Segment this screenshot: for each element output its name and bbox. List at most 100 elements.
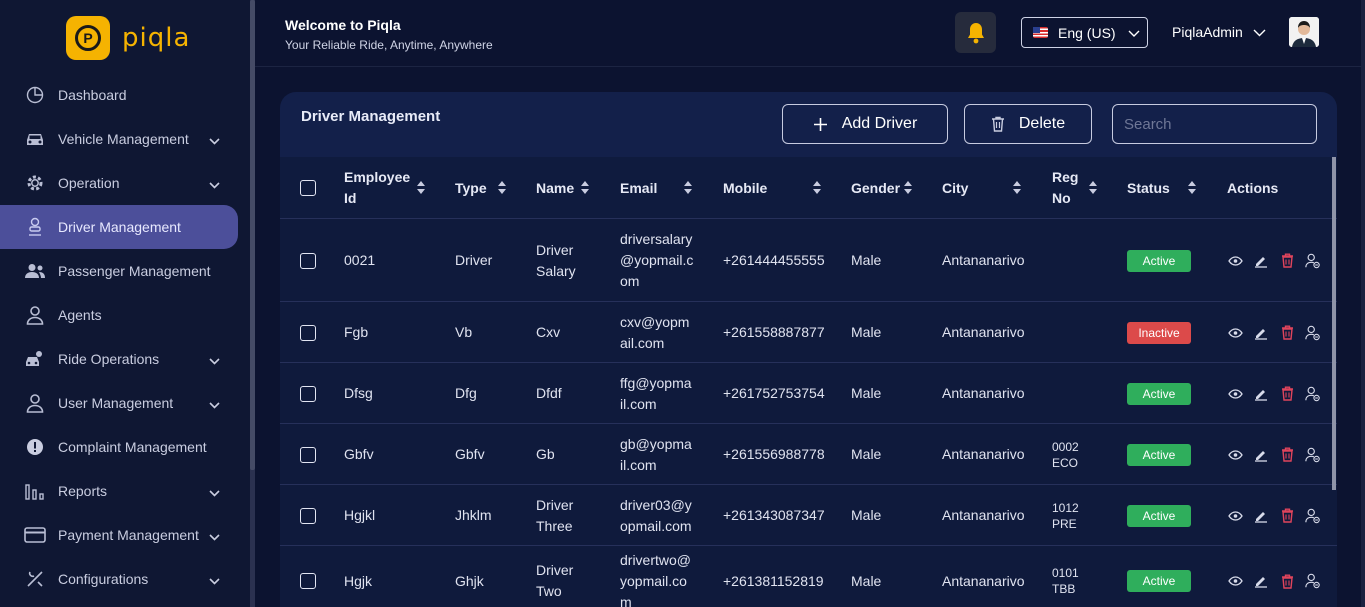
gear-icon (24, 172, 46, 194)
name-line: Driver (536, 496, 574, 513)
add-driver-button[interactable]: Add Driver (782, 104, 948, 144)
edit-icon[interactable] (1253, 572, 1269, 590)
chevron-down-icon[interactable] (209, 572, 220, 588)
header-name[interactable]: Name (536, 178, 574, 199)
edit-icon[interactable] (1253, 252, 1269, 270)
trash-icon[interactable] (1279, 507, 1295, 525)
trash-icon[interactable] (1279, 446, 1295, 464)
table-scrollbar[interactable] (1332, 157, 1336, 490)
header-reg-no[interactable]: Reg No (1052, 167, 1078, 209)
cell-mobile: +261343087347 (723, 507, 825, 523)
sidebar-item-agents[interactable]: Agents (0, 293, 252, 337)
cell-type: Jhklm (455, 507, 492, 523)
status-badge: Active (1127, 443, 1191, 466)
header-gender[interactable]: Gender (851, 178, 900, 199)
search-input[interactable] (1112, 104, 1317, 144)
page-scrollbar[interactable] (1361, 0, 1365, 607)
chevron-down-icon[interactable] (209, 396, 220, 412)
sort-mobile-icon[interactable] (813, 181, 821, 195)
sidebar-item-ride-operations[interactable]: Ride Operations (0, 337, 252, 381)
sidebar-item-configurations[interactable]: Configurations (0, 557, 252, 601)
assign-user-icon[interactable] (1305, 385, 1321, 403)
row-checkbox[interactable] (300, 385, 316, 402)
cell-city: Antananarivo (942, 324, 1025, 340)
sort-city-icon[interactable] (1013, 181, 1021, 195)
sort-gender-icon[interactable] (904, 181, 912, 195)
chevron-down-icon[interactable] (209, 176, 220, 192)
eye-icon[interactable] (1227, 446, 1243, 464)
sidebar-scrollbar-thumb[interactable] (250, 0, 255, 470)
chevron-down-icon (1253, 24, 1266, 40)
sidebar-item-operation[interactable]: Operation (0, 161, 252, 205)
header-mobile[interactable]: Mobile (723, 178, 767, 199)
select-all-checkbox[interactable] (300, 180, 316, 196)
eye-icon[interactable] (1227, 572, 1243, 590)
cell-type: Ghjk (455, 572, 484, 589)
assign-user-icon[interactable] (1305, 507, 1321, 525)
row-checkbox[interactable] (300, 507, 316, 524)
sort-status-icon[interactable] (1188, 181, 1196, 195)
sort-name-icon[interactable] (581, 181, 589, 195)
edit-icon[interactable] (1253, 385, 1269, 403)
name-line: Two (536, 583, 562, 599)
row-checkbox[interactable] (300, 324, 316, 341)
cell-city: Antananarivo (942, 252, 1025, 268)
sidebar-item-user-management[interactable]: User Management (0, 381, 252, 425)
header-city[interactable]: City (942, 178, 968, 199)
table-body: 0021 Driver Driver Salary driversalary @yopma… (280, 219, 1337, 607)
user-menu[interactable]: PiqlaAdmin (1172, 24, 1266, 40)
chevron-down-icon[interactable] (209, 484, 220, 500)
user-icon (24, 304, 46, 326)
sidebar-item-dashboard[interactable]: Dashboard (0, 73, 252, 117)
edit-icon[interactable] (1253, 324, 1269, 342)
notification-button[interactable] (955, 12, 996, 53)
sort-type-icon[interactable] (498, 181, 506, 195)
edit-icon[interactable] (1253, 446, 1269, 464)
sidebar-item-reports[interactable]: Reports (0, 469, 252, 513)
row-checkbox[interactable] (300, 446, 316, 463)
sidebar-item-payment-management[interactable]: Payment Management (0, 513, 252, 557)
row-checkbox[interactable] (300, 573, 316, 589)
sort-email-icon[interactable] (684, 181, 692, 195)
sidebar-item-label: Reports (58, 483, 108, 499)
edit-icon[interactable] (1253, 507, 1269, 525)
sidebar-item-passenger-management[interactable]: Passenger Management (0, 249, 252, 293)
table-row: 0021 Driver Driver Salary driversalary @yopma… (280, 219, 1337, 302)
language-select[interactable]: Eng (US) (1021, 17, 1148, 48)
header-status[interactable]: Status (1127, 178, 1170, 199)
eye-icon[interactable] (1227, 385, 1243, 403)
eye-icon[interactable] (1227, 252, 1243, 270)
header-reg-no-line2: No (1052, 190, 1071, 206)
assign-user-icon[interactable] (1305, 324, 1321, 342)
sidebar-item-driver-management[interactable]: Driver Management (0, 205, 238, 249)
brand-logo[interactable]: P piqla (66, 16, 190, 60)
cell-gender: Male (851, 385, 882, 401)
row-checkbox[interactable] (300, 252, 316, 269)
chevron-down-icon[interactable] (209, 352, 220, 368)
chevron-down-icon[interactable] (209, 132, 220, 148)
assign-user-icon[interactable] (1305, 446, 1321, 464)
sidebar-item-vehicle-management[interactable]: Vehicle Management (0, 117, 252, 161)
trash-icon[interactable] (1279, 324, 1295, 342)
trash-icon[interactable] (1279, 385, 1295, 403)
status-badge: Active (1127, 249, 1191, 272)
header-email[interactable]: Email (620, 178, 657, 199)
sidebar-item-complaint-management[interactable]: Complaint Management (0, 425, 252, 469)
header-employee-id[interactable]: Employee Id (344, 167, 410, 209)
trash-icon[interactable] (1279, 572, 1295, 590)
cell-city: Antananarivo (942, 385, 1025, 401)
sidebar-item-label: Driver Management (58, 219, 181, 235)
sort-employee-id-icon[interactable] (417, 181, 425, 195)
chevron-down-icon[interactable] (209, 528, 220, 544)
delete-button[interactable]: Delete (964, 104, 1092, 144)
assign-user-icon[interactable] (1305, 252, 1321, 270)
avatar[interactable] (1289, 17, 1319, 47)
reg-no-line: 0002 (1052, 439, 1079, 454)
eye-icon[interactable] (1227, 507, 1243, 525)
header-type[interactable]: Type (455, 178, 487, 199)
sidebar-scrollbar[interactable] (250, 0, 255, 607)
assign-user-icon[interactable] (1305, 572, 1321, 590)
trash-icon[interactable] (1279, 252, 1295, 270)
eye-icon[interactable] (1227, 324, 1243, 342)
sort-reg-no-icon[interactable] (1089, 181, 1097, 195)
